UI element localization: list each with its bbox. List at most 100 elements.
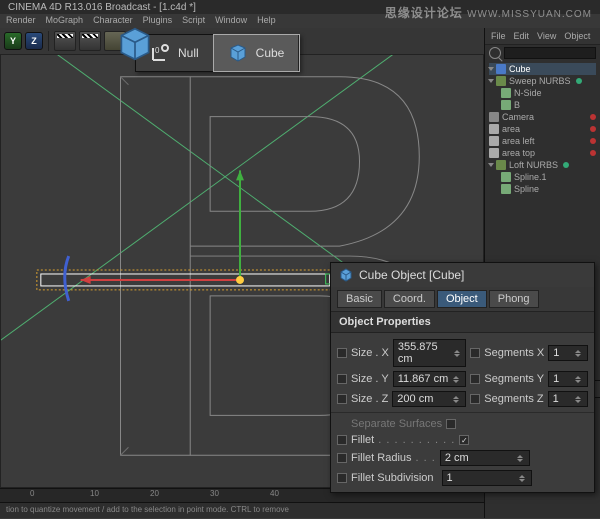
object-manager-search bbox=[485, 45, 600, 61]
create-cube-item[interactable]: Cube bbox=[214, 35, 300, 71]
axis-z-toggle[interactable]: Z bbox=[25, 32, 43, 50]
om-menu-view[interactable]: View bbox=[537, 31, 556, 41]
input-size-z[interactable]: 200 cm bbox=[392, 391, 466, 407]
tree-item-nside[interactable]: N-Side bbox=[489, 87, 596, 99]
menu-mograph[interactable]: MoGraph bbox=[46, 15, 84, 27]
label-seg-z: Segments Z bbox=[484, 393, 543, 405]
tree-item-spline1[interactable]: Spline.1 bbox=[489, 171, 596, 183]
cube-icon bbox=[228, 43, 248, 63]
anim-dot[interactable] bbox=[337, 453, 347, 463]
label-size-y: Size . Y bbox=[351, 373, 389, 385]
tick-40: 40 bbox=[270, 489, 279, 498]
tree-item-loft-nurbs[interactable]: Loft NURBS bbox=[489, 159, 596, 171]
anim-dot[interactable] bbox=[470, 348, 480, 358]
watermark-cn: 思缘设计论坛 bbox=[385, 6, 463, 20]
separator bbox=[331, 412, 594, 413]
label-size-z: Size . Z bbox=[351, 393, 388, 405]
attr-title: Cube Object [Cube] bbox=[359, 268, 464, 282]
anim-dot[interactable] bbox=[470, 394, 480, 404]
tree-item-camera[interactable]: Camera bbox=[489, 111, 596, 123]
label-seg-y: Segments Y bbox=[484, 373, 544, 385]
attr-tab-phong[interactable]: Phong bbox=[489, 290, 539, 308]
cube-icon bbox=[339, 268, 353, 282]
tick-20: 20 bbox=[150, 489, 159, 498]
tree-item-b[interactable]: B bbox=[489, 99, 596, 111]
menu-plugins[interactable]: Plugins bbox=[143, 15, 173, 27]
attr-tabs: Basic Coord. Object Phong bbox=[331, 287, 594, 311]
tree-item-area-left[interactable]: area left bbox=[489, 135, 596, 147]
menu-character[interactable]: Character bbox=[93, 15, 133, 27]
label-fillet-subdivision: Fillet Subdivision bbox=[351, 472, 434, 484]
input-size-y[interactable]: 11.867 cm bbox=[393, 371, 467, 387]
object-tree: Cube Sweep NURBS N-Side B Camera area ar… bbox=[485, 61, 600, 197]
tree-item-area[interactable]: area bbox=[489, 123, 596, 135]
row-size-y: Size . Y 11.867 cm Segments Y 1 bbox=[337, 369, 588, 389]
label-size-x: Size . X bbox=[351, 347, 389, 359]
primitive-menu-icon[interactable] bbox=[118, 27, 152, 61]
dots: . . . . . . . . . . bbox=[378, 434, 455, 446]
axis-gizmo bbox=[81, 170, 336, 284]
render-active-view-button[interactable] bbox=[79, 31, 101, 51]
attribute-manager: Cube Object [Cube] Basic Coord. Object P… bbox=[330, 262, 595, 493]
attr-header: Cube Object [Cube] bbox=[331, 263, 594, 287]
input-size-x[interactable]: 355.875 cm bbox=[393, 339, 467, 367]
anim-dot[interactable] bbox=[337, 473, 347, 483]
anim-dot[interactable] bbox=[337, 374, 347, 384]
axis-y-toggle[interactable]: Y bbox=[4, 32, 22, 50]
label-fillet: Fillet bbox=[351, 434, 374, 446]
toolbar-divider bbox=[48, 31, 49, 51]
om-menu-file[interactable]: File bbox=[491, 31, 506, 41]
checkbox-fillet[interactable] bbox=[459, 435, 469, 445]
watermark: 思缘设计论坛 WWW.MISSYUAN.COM bbox=[385, 4, 592, 21]
search-input[interactable] bbox=[504, 47, 596, 59]
input-seg-y[interactable]: 1 bbox=[548, 371, 588, 387]
attr-section-title: Object Properties bbox=[331, 311, 594, 333]
render-picture-viewer-button[interactable] bbox=[54, 31, 76, 51]
status-bar: tion to quantize movement / add to the s… bbox=[0, 503, 484, 519]
attr-tab-object[interactable]: Object bbox=[437, 290, 487, 308]
watermark-url: WWW.MISSYUAN.COM bbox=[467, 9, 592, 20]
attr-tab-basic[interactable]: Basic bbox=[337, 290, 382, 308]
anim-dot[interactable] bbox=[337, 435, 347, 445]
primitive-create-popup: 0 Null Cube bbox=[135, 34, 300, 72]
checkbox-separate-surfaces[interactable] bbox=[446, 419, 456, 429]
label-seg-x: Segments X bbox=[484, 347, 544, 359]
search-icon bbox=[489, 47, 501, 59]
om-menu-edit[interactable]: Edit bbox=[514, 31, 530, 41]
tree-item-sweep-nurbs[interactable]: Sweep NURBS bbox=[489, 75, 596, 87]
om-menu-object[interactable]: Object bbox=[564, 31, 590, 41]
row-fillet-radius: Fillet Radius . . . 2 cm bbox=[337, 448, 588, 468]
anim-dot[interactable] bbox=[337, 394, 347, 404]
menu-script[interactable]: Script bbox=[182, 15, 205, 27]
anim-dot[interactable] bbox=[470, 374, 480, 384]
label-fillet-radius: Fillet Radius bbox=[351, 452, 412, 464]
input-fillet-subdivision[interactable]: 1 bbox=[442, 470, 532, 486]
null-icon: 0 bbox=[150, 43, 170, 63]
create-cube-label: Cube bbox=[256, 46, 285, 60]
object-manager-menu: File Edit View Object bbox=[485, 28, 600, 45]
svg-text:0: 0 bbox=[155, 46, 160, 55]
row-fillet-subdivision: Fillet Subdivision 1 bbox=[337, 468, 588, 488]
tree-item-cube[interactable]: Cube bbox=[489, 63, 596, 75]
menu-help[interactable]: Help bbox=[257, 15, 276, 27]
attr-body: Size . X 355.875 cm Segments X 1 Size . … bbox=[331, 333, 594, 492]
menu-render[interactable]: Render bbox=[6, 15, 36, 27]
window-title: CINEMA 4D R13.016 Broadcast - [1.c4d *] bbox=[8, 2, 196, 13]
input-seg-z[interactable]: 1 bbox=[548, 391, 588, 407]
menu-window[interactable]: Window bbox=[215, 15, 247, 27]
tick-10: 10 bbox=[90, 489, 99, 498]
attr-tab-coord[interactable]: Coord. bbox=[384, 290, 435, 308]
row-size-x: Size . X 355.875 cm Segments X 1 bbox=[337, 337, 588, 369]
label-separate-surfaces: Separate Surfaces bbox=[351, 418, 442, 430]
anim-dot[interactable] bbox=[337, 348, 347, 358]
create-null-label: Null bbox=[178, 46, 199, 60]
row-fillet: Fillet . . . . . . . . . . bbox=[337, 432, 588, 448]
dots: . . . bbox=[416, 452, 436, 464]
row-size-z: Size . Z 200 cm Segments Z 1 bbox=[337, 389, 588, 409]
row-separate-surfaces: Separate Surfaces bbox=[337, 416, 588, 432]
tree-item-area-top[interactable]: area top bbox=[489, 147, 596, 159]
input-fillet-radius[interactable]: 2 cm bbox=[440, 450, 530, 466]
tree-item-spline[interactable]: Spline bbox=[489, 183, 596, 195]
tick-0: 0 bbox=[30, 489, 34, 498]
input-seg-x[interactable]: 1 bbox=[548, 345, 588, 361]
